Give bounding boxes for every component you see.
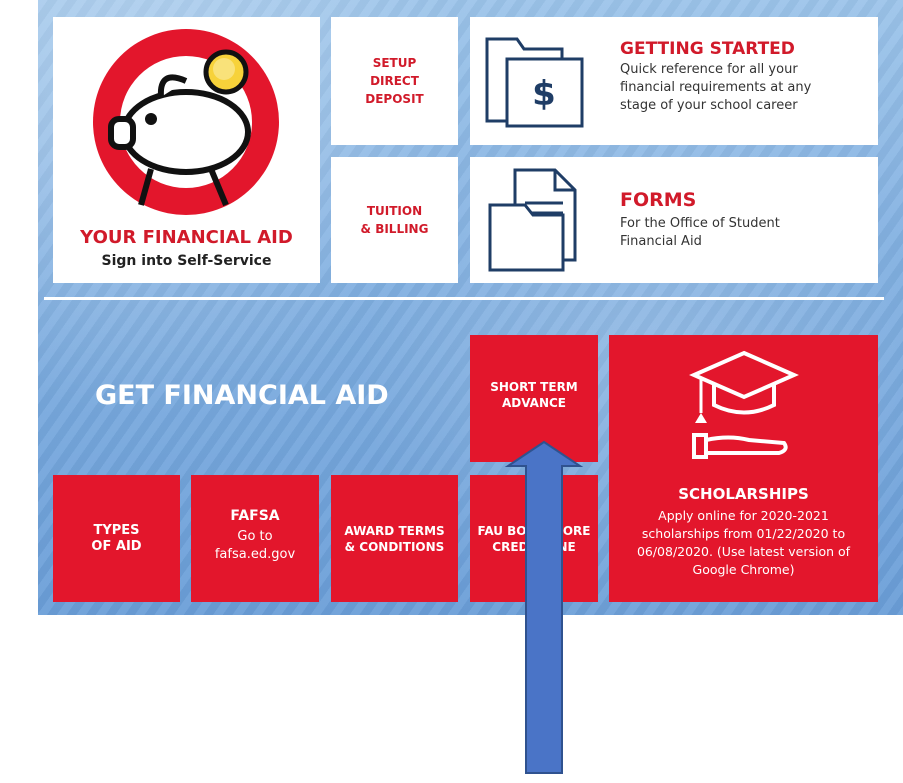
sign-in-link[interactable]: Sign into Self-Service (53, 253, 320, 269)
forms-description: For the Office of Student Financial Aid (620, 216, 780, 249)
scholarships-tile[interactable]: SCHOLARSHIPS Apply online for 2020-2021 … (609, 335, 878, 602)
getting-started-title: GETTING STARTED (620, 39, 795, 59)
tuition-billing-label: TUITION & BILLING (360, 204, 429, 236)
setup-direct-deposit-label: SETUP DIRECT DEPOSIT (365, 56, 424, 106)
award-terms-label: AWARD TERMS & CONDITIONS (344, 523, 445, 554)
your-financial-aid-title: YOUR FINANCIAL AID (80, 227, 293, 248)
scholarships-description: Apply online for 2020-2021 scholarships … (636, 508, 851, 577)
forms-title: FORMS (620, 189, 697, 211)
fafsa-link[interactable]: Go to fafsa.ed.gov (191, 528, 319, 564)
award-terms-tile[interactable]: AWARD TERMS & CONDITIONS (331, 475, 458, 602)
piggy-bank-icon (93, 29, 279, 215)
forms-tile[interactable]: FORMS For the Office of Student Financia… (470, 157, 878, 283)
types-of-aid-tile[interactable]: TYPES OF AID (53, 475, 180, 602)
setup-direct-deposit-tile[interactable]: SETUP DIRECT DEPOSIT (331, 17, 458, 145)
getting-started-tile[interactable]: $ GETTING STARTED Quick reference for al… (470, 17, 878, 145)
your-financial-aid-tile[interactable]: YOUR FINANCIAL AID Sign into Self-Servic… (53, 17, 320, 283)
get-financial-aid-heading: GET FINANCIAL AID (95, 380, 389, 411)
graduation-cap-hand-icon (689, 350, 799, 459)
fafsa-title: FAFSA (230, 508, 280, 524)
up-arrow-icon (504, 440, 584, 774)
section-divider (44, 297, 884, 300)
svg-text:$: $ (532, 74, 556, 114)
short-term-advance-label: SHORT TERM ADVANCE (490, 380, 578, 410)
fafsa-tile[interactable]: FAFSA Go to fafsa.ed.gov (191, 475, 319, 602)
getting-started-description: Quick reference for all your financial r… (620, 62, 812, 113)
tuition-billing-tile[interactable]: TUITION & BILLING (331, 157, 458, 283)
folder-dollar-icon: $ (485, 37, 584, 128)
forms-document-icon (488, 168, 577, 272)
types-of-aid-label: TYPES OF AID (91, 522, 142, 554)
scholarships-title: SCHOLARSHIPS (678, 485, 809, 503)
